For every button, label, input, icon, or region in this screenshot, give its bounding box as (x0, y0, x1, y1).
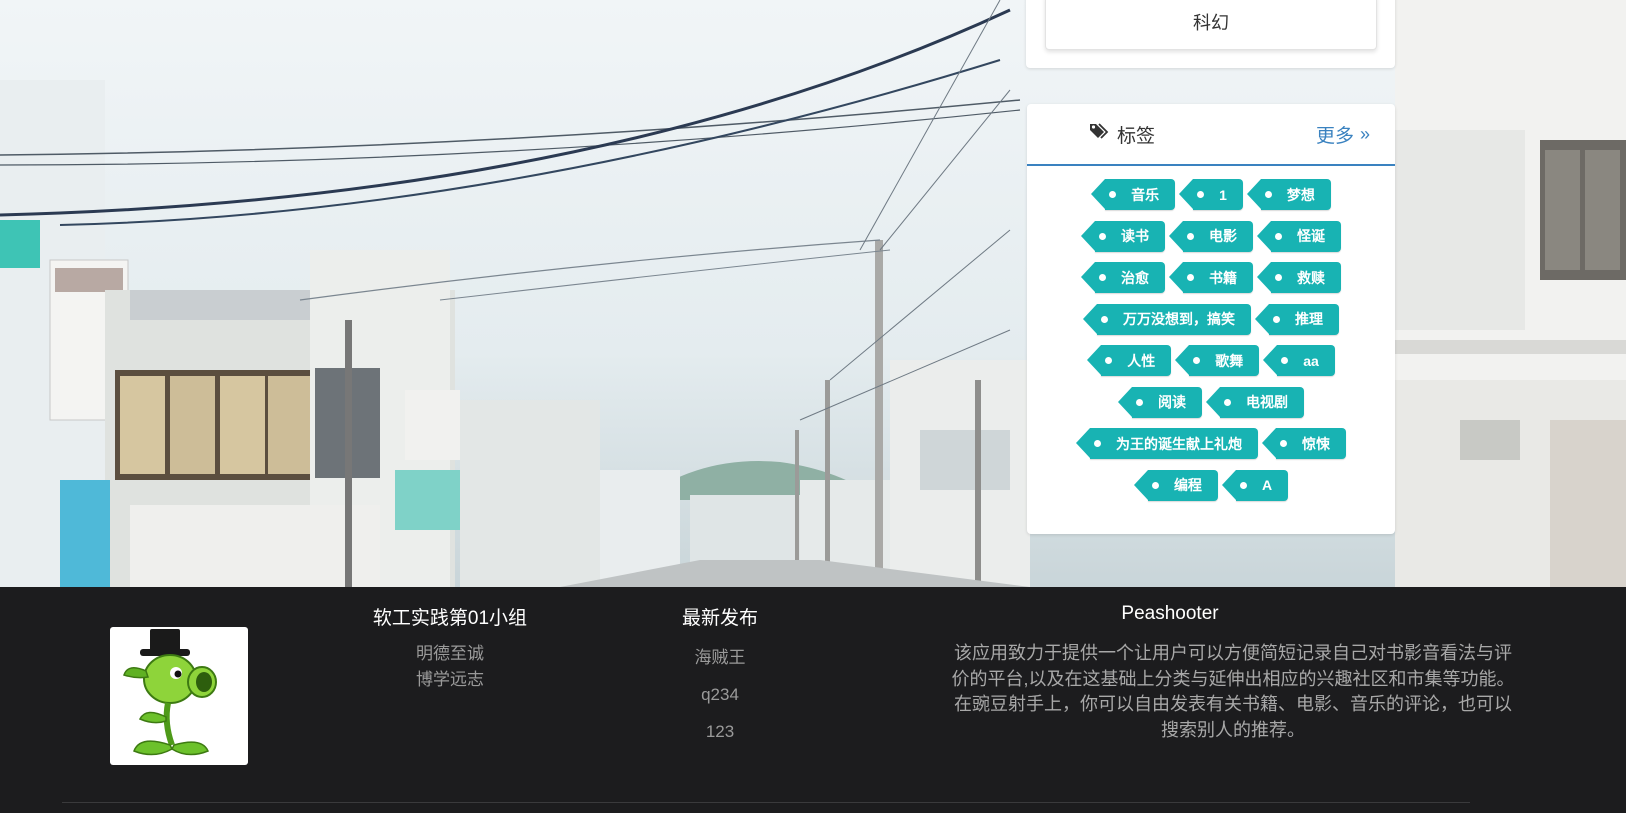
tag-chip[interactable]: 电影 (1169, 220, 1253, 252)
latest-item-link[interactable]: q234 (640, 676, 800, 713)
tag-chip[interactable]: 电视剧 (1206, 386, 1304, 418)
tag-chip[interactable]: 人性 (1087, 345, 1172, 377)
latest-title: 最新发布 (681, 608, 758, 629)
tag-chip[interactable]: aa (1263, 345, 1335, 377)
tags-title-label: 标签 (1117, 125, 1156, 147)
about-line: 价的平台,以及在这基础上分类与延伸出相应的兴趣社区和市集等功能。 (951, 668, 1515, 689)
group-title: 软工实践第01小组 (372, 608, 528, 629)
tag-chip[interactable]: 阅读 (1118, 386, 1202, 418)
about-line: 搜索别人的推荐。 (1161, 719, 1305, 740)
tag-chip[interactable]: 书籍 (1169, 262, 1253, 294)
peashooter-avatar (110, 627, 248, 765)
more-tags-link[interactable]: 更多 » (1315, 104, 1370, 164)
site-footer: 软工实践第01小组 明德至诚 博学远志 最新发布 海贼王 q234 123 Pe… (0, 587, 1626, 813)
tags-panel: 标签 更多 » 音乐 1 梦想 读书 电影 怪诞 治愈 书籍 救赎 万万没想到，搞笑 推理 人性 歌舞 a… (1027, 104, 1395, 534)
tags-panel-title: 标签 (1089, 104, 1155, 164)
tag-chip[interactable]: 推理 (1255, 303, 1339, 335)
tag-chip[interactable]: 编程 (1133, 469, 1218, 501)
double-chevron-right-icon: » (1359, 123, 1370, 144)
tag-chip[interactable]: 治愈 (1081, 262, 1165, 294)
tag-row: 音乐 1 梦想 (1027, 174, 1395, 216)
tag-chip[interactable]: 读书 (1081, 220, 1165, 252)
tag-cloud: 音乐 1 梦想 读书 电影 怪诞 治愈 书籍 救赎 万万没想到，搞笑 推理 人性 歌舞 aa 阅读 电视剧 为王… (1027, 174, 1395, 506)
tag-row: 人性 歌舞 aa (1027, 340, 1395, 382)
tag-chip[interactable]: 为王的诞生献上礼炮 (1076, 428, 1258, 460)
about-title: Peashooter (1121, 603, 1219, 624)
tag-chip[interactable]: 歌舞 (1175, 345, 1260, 377)
latest-list: 海贼王 q234 123 (640, 639, 800, 750)
about-line: 在豌豆射手上，你可以自由发表有关书籍、电影、音乐的评论，也可以 (954, 694, 1512, 714)
group-motto-line: 博学远志 (416, 670, 484, 689)
tag-chip[interactable]: A (1221, 469, 1289, 501)
category-button-scifi[interactable]: 科幻 (1045, 0, 1377, 50)
latest-item-link[interactable]: 123 (640, 713, 800, 750)
tag-chip[interactable]: 惊悚 (1262, 428, 1346, 460)
tag-chip[interactable]: 救赎 (1257, 262, 1341, 294)
tag-row: 读书 电影 怪诞 (1027, 216, 1395, 258)
tag-row: 阅读 电视剧 (1027, 382, 1395, 424)
tag-chip[interactable]: 万万没想到，搞笑 (1083, 303, 1251, 335)
tag-row: 治愈 书籍 救赎 (1027, 257, 1395, 299)
tag-row: 万万没想到，搞笑 推理 (1027, 299, 1395, 341)
tag-chip[interactable]: 1 (1179, 179, 1243, 211)
tag-row: 编程 A (1027, 465, 1395, 507)
tag-chip[interactable]: 梦想 (1246, 179, 1331, 211)
tag-row: 为王的诞生献上礼炮 惊悚 (1027, 423, 1395, 465)
tags-panel-header: 标签 更多 » (1027, 104, 1395, 166)
about-description: 该应用致力于提供一个让用户可以方便简短记录自己对书影音看法与评 价的平台,以及在… (877, 641, 1589, 743)
more-tags-label: 更多 (1315, 125, 1354, 147)
tag-chip[interactable]: 音乐 (1091, 179, 1176, 211)
category-panel: 科幻 (1026, 0, 1395, 68)
tag-chip[interactable]: 怪诞 (1257, 220, 1341, 252)
about-line: 该应用致力于提供一个让用户可以方便简短记录自己对书影音看法与评 (954, 643, 1512, 663)
group-motto: 明德至诚 博学远志 (350, 641, 550, 693)
latest-item-link[interactable]: 海贼王 (640, 639, 800, 676)
tags-icon (1089, 122, 1117, 146)
footer-divider (62, 802, 1470, 803)
group-motto-line: 明德至诚 (416, 644, 484, 663)
